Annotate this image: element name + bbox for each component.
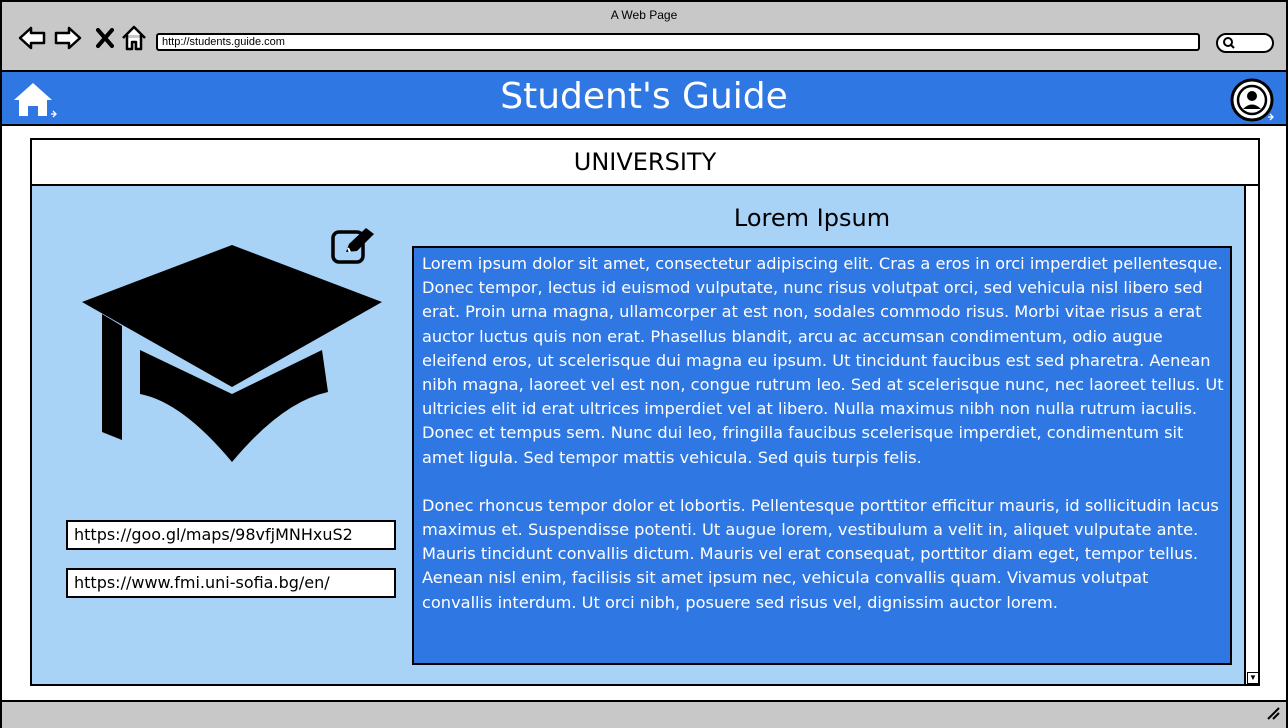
panel-title: UNIVERSITY (32, 140, 1258, 186)
search-icon (1223, 37, 1235, 49)
edit-icon[interactable] (330, 226, 380, 266)
back-arrow-icon[interactable] (18, 24, 46, 52)
url-bar[interactable]: http://students.guide.com (156, 33, 1200, 51)
user-profile-icon[interactable] (1230, 78, 1274, 122)
app-header: Student's Guide (2, 72, 1286, 126)
browser-chrome: A Web Page http://students.guide.com (2, 2, 1286, 72)
window-title: A Web Page (610, 8, 678, 22)
app-title: Student's Guide (500, 76, 788, 117)
scroll-down-icon[interactable]: ▼ (1247, 672, 1259, 684)
forward-arrow-icon[interactable] (54, 24, 82, 52)
vertical-scrollbar[interactable]: ▼ (1244, 186, 1259, 684)
home-icon[interactable] (120, 24, 148, 52)
close-icon[interactable] (92, 24, 120, 52)
article-paragraph-2: Donec rhoncus tempor dolor et lobortis. … (422, 495, 1219, 612)
article-text-box: Lorem ipsum dolor sit amet, consectetur … (412, 246, 1232, 665)
resize-grip-icon[interactable] (1266, 706, 1280, 720)
maps-link-field[interactable]: https://goo.gl/maps/98vfjMNHxuS2 (66, 520, 396, 550)
home-icon[interactable] (12, 80, 58, 120)
website-link-field[interactable]: https://www.fmi.uni-sofia.bg/en/ (66, 568, 396, 598)
browser-window: A Web Page http://students.guide.com Stu… (0, 0, 1288, 728)
search-field[interactable] (1216, 33, 1274, 53)
article-paragraph-1: Lorem ipsum dolor sit amet, consectetur … (422, 254, 1224, 467)
status-bar (2, 700, 1286, 728)
article-title: Lorem Ipsum (733, 204, 891, 232)
graduation-cap-icon (82, 245, 382, 462)
